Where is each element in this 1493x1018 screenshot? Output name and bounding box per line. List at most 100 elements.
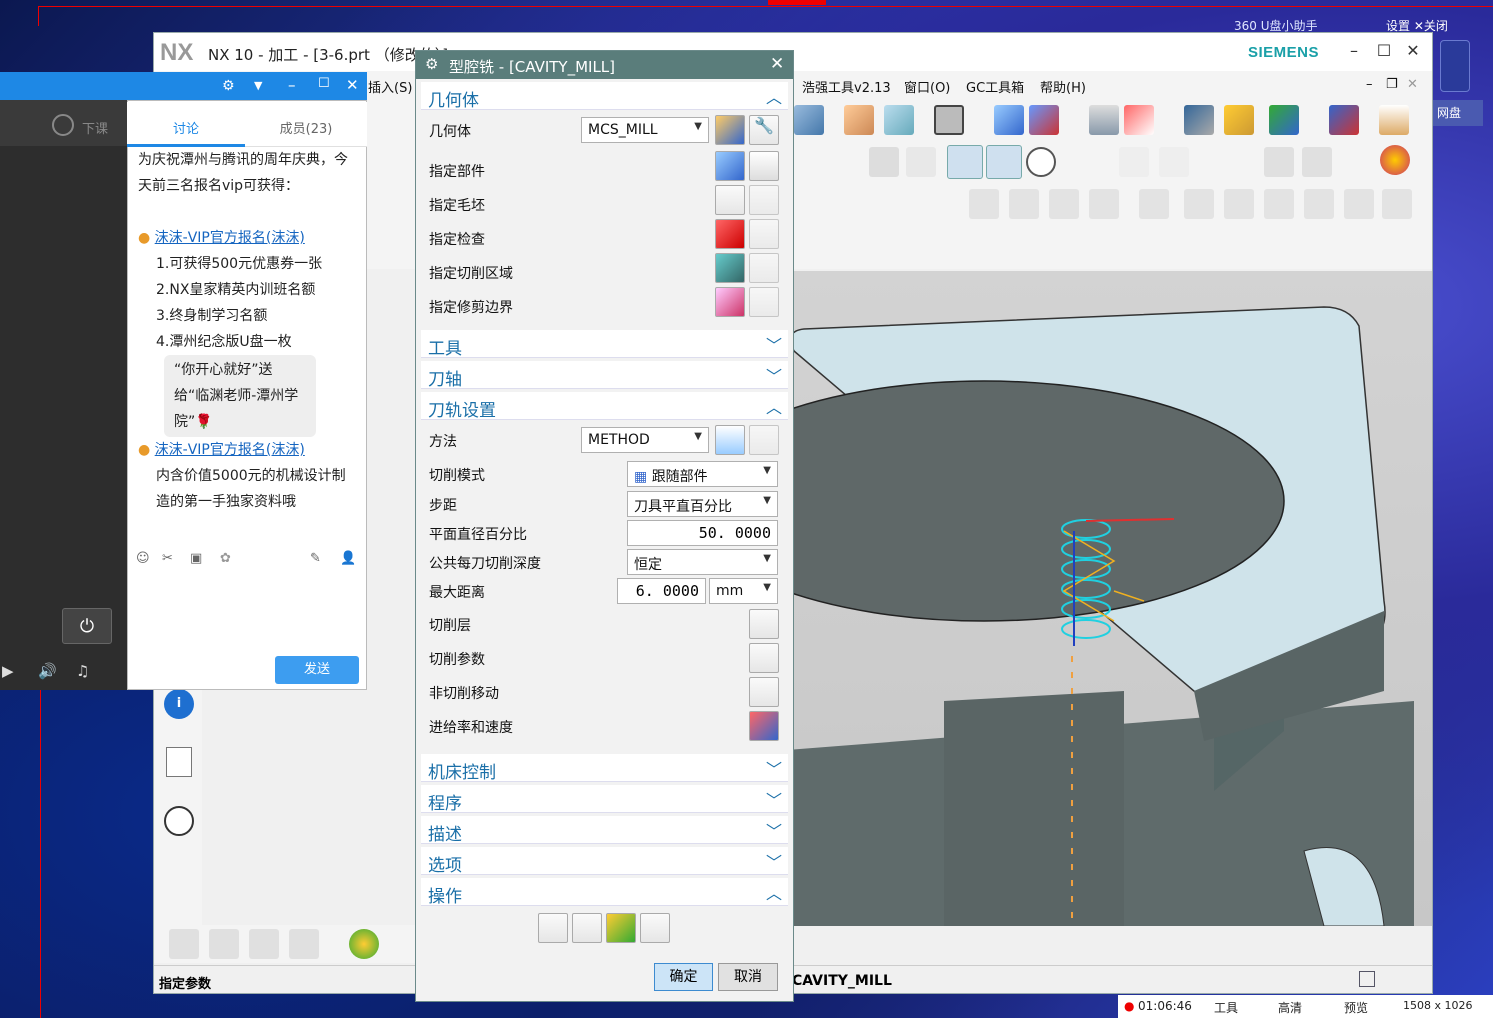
desktop-widget[interactable]: [1440, 40, 1470, 92]
minimize-button[interactable]: –: [1344, 41, 1364, 60]
ruler-icon[interactable]: [1379, 105, 1409, 135]
geometry-select[interactable]: MCS_MILL ▼: [581, 117, 709, 143]
menu-help[interactable]: 帮助(H): [1040, 77, 1086, 96]
chevron-down-icon[interactable]: ﹀: [766, 332, 782, 356]
chevron-down-icon[interactable]: ﹀: [766, 363, 782, 387]
section-tool[interactable]: 工具 ﹀: [421, 330, 788, 359]
section-axis[interactable]: 刀轴 ﹀: [421, 361, 788, 390]
specify-part-icon[interactable]: [715, 151, 745, 181]
mirror-icon[interactable]: [1029, 105, 1059, 135]
layers-icon[interactable]: [1089, 105, 1119, 135]
contacts-icon[interactable]: 👤: [340, 551, 356, 566]
sheet-icon[interactable]: [1089, 189, 1119, 219]
vector-icon[interactable]: [1159, 147, 1189, 177]
mold-icon[interactable]: [1264, 147, 1294, 177]
csys-icon[interactable]: [1124, 105, 1154, 135]
emoji-icon[interactable]: ☺: [136, 551, 150, 566]
noncut-icon[interactable]: [986, 145, 1022, 179]
tool-holder-icon[interactable]: [869, 147, 899, 177]
list-output-icon[interactable]: [640, 913, 670, 943]
feeds-speeds-icon[interactable]: [749, 711, 779, 741]
chat-close-icon[interactable]: ✕: [346, 76, 359, 94]
part-icon[interactable]: [1009, 189, 1039, 219]
stepover-select[interactable]: 刀具平直百分比 ▼: [627, 491, 778, 517]
window-icon[interactable]: [934, 105, 964, 135]
web-page-icon[interactable]: [166, 747, 192, 777]
flag-icon[interactable]: [1139, 189, 1169, 219]
hierarchy-icon[interactable]: [209, 929, 239, 959]
method-icon[interactable]: [289, 929, 319, 959]
tab-members[interactable]: 成员(23): [245, 102, 367, 147]
specify-blank-icon[interactable]: [715, 185, 745, 215]
maximize-button[interactable]: ☐: [1374, 41, 1394, 60]
max-distance-input[interactable]: 6. 0000: [617, 578, 706, 604]
camera-icon[interactable]: ▶: [2, 662, 14, 680]
target-icon[interactable]: [1026, 147, 1056, 177]
menu-minimize-icon[interactable]: –: [1366, 77, 1373, 92]
menu-haoqiang-tools[interactable]: 浩强工具v2.13: [802, 77, 891, 96]
edit-wrench-icon[interactable]: 🔧: [749, 115, 779, 145]
chevron-down-icon[interactable]: ﹀: [766, 787, 782, 811]
path-icon[interactable]: [906, 147, 936, 177]
dismiss-icon[interactable]: [52, 114, 74, 136]
block-icon[interactable]: [844, 105, 874, 135]
chat-minimize-icon[interactable]: –: [288, 76, 296, 94]
measure-icon[interactable]: [1184, 105, 1214, 135]
section-program[interactable]: 程序 ﹀: [421, 785, 788, 814]
cut-params-icon[interactable]: [947, 145, 983, 179]
new-geometry-icon[interactable]: [715, 115, 745, 145]
image-icon[interactable]: ▣: [190, 551, 202, 566]
section-actions[interactable]: 操作 ︿: [421, 878, 788, 907]
specify-trim-icon[interactable]: [715, 287, 745, 317]
clock-gear-icon[interactable]: [1344, 189, 1374, 219]
info-icon[interactable]: i: [164, 689, 194, 719]
flower-gift-icon[interactable]: ✿: [220, 551, 231, 566]
chat-menu-icon[interactable]: ▼: [254, 79, 262, 92]
netdisk-button[interactable]: 网盘: [1433, 100, 1483, 126]
chevron-up-icon[interactable]: ︿: [766, 84, 782, 108]
menu-restore-icon[interactable]: ❐: [1386, 77, 1398, 92]
fullscreen-icon[interactable]: [1359, 971, 1375, 987]
menu-insert[interactable]: 插入(S): [368, 77, 412, 96]
gear-part-icon[interactable]: [1302, 147, 1332, 177]
surface-icon[interactable]: [884, 105, 914, 135]
chevron-down-icon[interactable]: ﹀: [766, 756, 782, 780]
flower-icon[interactable]: [1380, 145, 1410, 175]
sender-link[interactable]: 沫沫-VIP官方报名(沫沫): [155, 230, 305, 246]
close-button[interactable]: ✕: [1403, 41, 1423, 60]
tab-discuss[interactable]: 讨论: [127, 102, 245, 147]
cancel-button[interactable]: 取消: [718, 963, 778, 991]
chevron-up-icon[interactable]: ︿: [766, 880, 782, 904]
specify-check-icon[interactable]: [715, 219, 745, 249]
chevron-up-icon[interactable]: ︿: [766, 394, 782, 418]
axis-icon[interactable]: [1329, 105, 1359, 135]
menu-window[interactable]: 窗口(O): [904, 77, 950, 96]
color-wheel-icon[interactable]: [349, 929, 379, 959]
chevron-down-icon[interactable]: ﹀: [766, 818, 782, 842]
transform-icon[interactable]: [994, 105, 1024, 135]
flashlight-icon[interactable]: [749, 151, 779, 181]
noncut-icon[interactable]: [749, 677, 779, 707]
section-options[interactable]: 选项 ﹀: [421, 847, 788, 876]
play-icon[interactable]: [1269, 105, 1299, 135]
point-icon[interactable]: [1119, 147, 1149, 177]
depth-select[interactable]: 恒定 ▼: [627, 549, 778, 575]
cut-mode-select[interactable]: ▦ 跟随部件 ▼: [627, 461, 778, 487]
report-icon[interactable]: [1382, 189, 1412, 219]
unit-select[interactable]: mm ▼: [709, 578, 778, 604]
send-button[interactable]: 发送: [275, 656, 359, 684]
menu-close-icon[interactable]: ✕: [1407, 77, 1418, 92]
section-description[interactable]: 描述 ﹀: [421, 816, 788, 845]
menu-gc-toolbox[interactable]: GC工具箱: [966, 77, 1024, 96]
doc-icon[interactable]: [1224, 189, 1254, 219]
new-method-icon[interactable]: [715, 425, 745, 455]
chat-settings-icon[interactable]: ⚙: [222, 78, 235, 94]
method-select[interactable]: METHOD ▼: [581, 427, 709, 453]
tools-menu[interactable]: 工具: [1214, 999, 1238, 1016]
dialog-gear-icon[interactable]: ⚙: [425, 55, 438, 73]
replay-icon[interactable]: [572, 913, 602, 943]
quality-menu[interactable]: 高清: [1278, 999, 1302, 1016]
cut-levels-icon[interactable]: [749, 609, 779, 639]
verify-icon[interactable]: [606, 913, 636, 943]
tree-icon[interactable]: [169, 929, 199, 959]
